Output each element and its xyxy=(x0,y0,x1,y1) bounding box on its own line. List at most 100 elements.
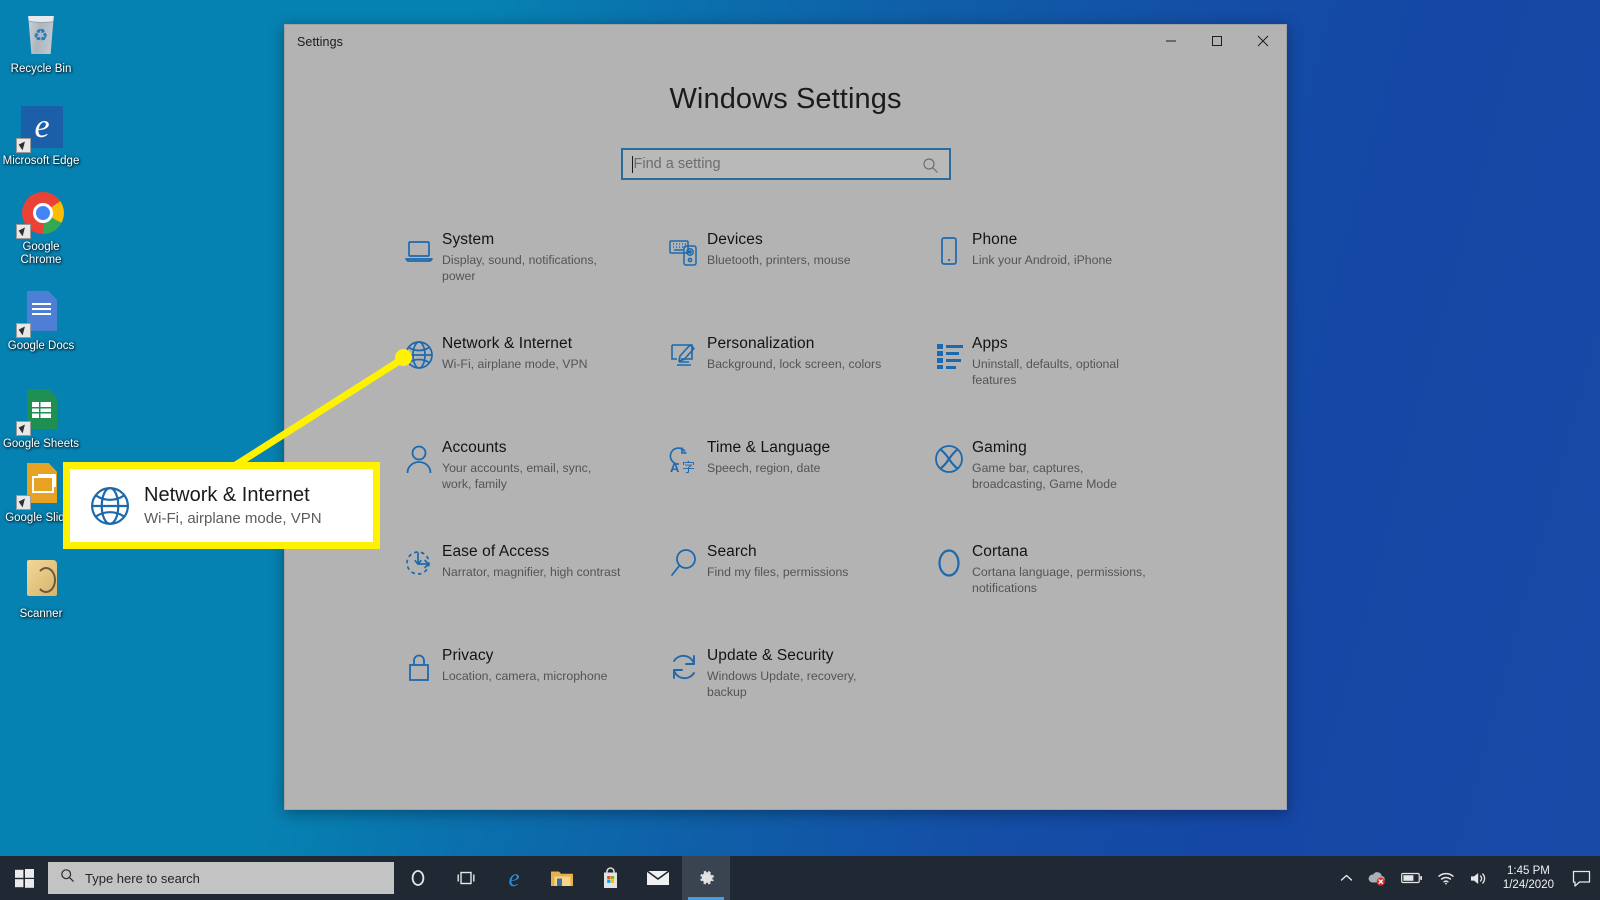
list-icon xyxy=(926,332,972,371)
desktop[interactable]: Recycle Bin Microsoft Edge Google Chrome… xyxy=(0,0,1600,900)
store-bag-icon xyxy=(603,867,617,888)
settings-tile-search[interactable]: Search Find my files, permissions xyxy=(661,540,926,644)
desktop-icon-label: Google Sheets xyxy=(2,438,80,450)
desktop-icon-label: Microsoft Edge xyxy=(2,155,80,167)
tile-subtitle: Find my files, permissions xyxy=(707,565,849,579)
tile-subtitle: Windows Update, recovery, backup xyxy=(707,669,857,699)
tile-title: Cortana xyxy=(972,543,1028,560)
onedrive-status-icon[interactable] xyxy=(1360,856,1394,900)
tile-title: Network & Internet xyxy=(442,335,573,352)
desktop-icon-label: Google Chrome xyxy=(20,241,62,266)
action-center-button[interactable] xyxy=(1564,856,1598,900)
taskbar-button-microsoft-store[interactable] xyxy=(586,856,634,900)
tile-subtitle: Wi-Fi, airplane mode, VPN xyxy=(442,357,588,371)
cortana-circle-icon xyxy=(411,870,425,886)
settings-tile-network[interactable]: Network & Internet Wi-Fi, airplane mode,… xyxy=(396,332,661,436)
start-button[interactable] xyxy=(0,856,48,900)
wifi-icon[interactable] xyxy=(1430,856,1462,900)
desktop-icon-scanner[interactable]: Scanner xyxy=(2,553,80,621)
shortcut-overlay-icon xyxy=(16,138,31,153)
shortcut-overlay-icon xyxy=(16,224,31,239)
google-sheets-icon xyxy=(16,387,65,436)
desktop-icon-google-chrome[interactable]: Google Chrome xyxy=(2,186,80,267)
taskbar-button-task-view[interactable] xyxy=(442,856,490,900)
phone-icon xyxy=(926,228,972,267)
magnifier-icon xyxy=(661,540,707,579)
settings-tile-personalization[interactable]: Personalization Background, lock screen,… xyxy=(661,332,926,436)
settings-tile-ease-of-access[interactable]: Ease of Access Narrator, magnifier, high… xyxy=(396,540,661,644)
close-button[interactable] xyxy=(1240,25,1286,57)
taskbar: Type here to search e 1:45 PM 1/24/2020 xyxy=(0,856,1600,900)
settings-tile-update-security[interactable]: Update & Security Windows Update, recove… xyxy=(661,644,926,748)
taskbar-search-input[interactable]: Type here to search xyxy=(48,862,394,894)
settings-tile-devices[interactable]: Devices Bluetooth, printers, mouse xyxy=(661,228,926,332)
settings-tile-apps[interactable]: Apps Uninstall, defaults, optional featu… xyxy=(926,332,1201,436)
folder-icon xyxy=(551,871,573,886)
settings-window[interactable]: Settings Windows Settings Find a setting xyxy=(284,24,1287,810)
callout-target-dot xyxy=(395,349,412,366)
chevron-up-icon xyxy=(1340,874,1353,881)
tile-subtitle: Bluetooth, printers, mouse xyxy=(707,253,851,267)
settings-tile-gaming[interactable]: Gaming Game bar, captures, broadcasting,… xyxy=(926,436,1201,540)
tile-subtitle: Cortana language, permissions, notificat… xyxy=(972,565,1146,595)
desktop-icon-recycle-bin[interactable]: Recycle Bin xyxy=(2,8,80,76)
taskbar-button-cortana[interactable] xyxy=(394,856,442,900)
settings-tile-cortana[interactable]: Cortana Cortana language, permissions, n… xyxy=(926,540,1201,644)
tile-subtitle: Link your Android, iPhone xyxy=(972,253,1113,267)
tile-subtitle: Uninstall, defaults, optional features xyxy=(972,357,1119,387)
callout-title: Network & Internet xyxy=(144,484,310,506)
settings-tile-accounts[interactable]: Accounts Your accounts, email, sync, wor… xyxy=(396,436,661,540)
minimize-button[interactable] xyxy=(1148,25,1194,57)
maximize-button[interactable] xyxy=(1194,25,1240,57)
settings-tile-time-language[interactable]: A 字 Time & Language Speech, region, date xyxy=(661,436,926,540)
callout-subtitle: Wi-Fi, airplane mode, VPN xyxy=(144,510,322,527)
chrome-icon xyxy=(16,190,65,239)
tile-subtitle: Display, sound, notifications, power xyxy=(442,253,597,283)
show-hidden-icons-button[interactable] xyxy=(1333,856,1360,900)
settings-tile-phone[interactable]: Phone Link your Android, iPhone xyxy=(926,228,1201,332)
tile-title: Search xyxy=(707,543,757,560)
svg-text:字: 字 xyxy=(682,461,695,475)
mail-icon xyxy=(646,870,670,885)
refresh-icon xyxy=(661,644,707,683)
tile-title: Personalization xyxy=(707,335,815,352)
text-caret xyxy=(631,155,633,173)
edge-icon: e xyxy=(508,864,520,892)
desktop-icon-label: Google Docs xyxy=(7,340,75,352)
callout-text: Network & Internet Wi-Fi, airplane mode,… xyxy=(136,483,322,528)
svg-text:A: A xyxy=(670,460,680,475)
tile-subtitle: Location, camera, microphone xyxy=(442,669,608,683)
taskbar-clock[interactable]: 1:45 PM 1/24/2020 xyxy=(1495,856,1564,900)
tile-subtitle: Your accounts, email, sync, work, family xyxy=(442,461,592,491)
desktop-icon-microsoft-edge[interactable]: Microsoft Edge xyxy=(2,100,80,168)
taskbar-button-edge[interactable]: e xyxy=(490,856,538,900)
desktop-icon-google-docs[interactable]: Google Docs xyxy=(2,285,80,353)
callout-inner: Network & Internet Wi-Fi, airplane mode,… xyxy=(70,469,373,542)
taskbar-button-file-explorer[interactable] xyxy=(538,856,586,900)
tile-title: Accounts xyxy=(442,439,507,456)
speaker-icon xyxy=(1470,872,1485,884)
tile-title: Update & Security xyxy=(707,647,834,664)
page-title: Windows Settings xyxy=(669,83,902,115)
accessibility-clock-icon xyxy=(396,540,442,579)
window-controls xyxy=(1148,25,1286,57)
taskbar-button-mail[interactable] xyxy=(634,856,682,900)
search-input[interactable]: Find a setting xyxy=(620,148,951,180)
search-icon xyxy=(922,157,939,179)
monitor-icon xyxy=(396,228,442,267)
lock-icon xyxy=(396,644,442,683)
task-view-icon xyxy=(457,871,475,885)
settings-tile-system[interactable]: System Display, sound, notifications, po… xyxy=(396,228,661,332)
battery-icon[interactable] xyxy=(1394,856,1430,900)
settings-tile-privacy[interactable]: Privacy Location, camera, microphone xyxy=(396,644,661,748)
google-docs-icon xyxy=(16,289,65,338)
windows-logo-icon xyxy=(14,868,34,888)
tile-subtitle: Game bar, captures, broadcasting, Game M… xyxy=(972,461,1117,491)
window-titlebar[interactable]: Settings xyxy=(285,25,1286,59)
taskbar-button-settings[interactable] xyxy=(682,856,730,900)
tile-title: Phone xyxy=(972,231,1018,248)
scanner-icon xyxy=(17,557,65,605)
taskbar-search-text: Type here to search xyxy=(85,870,200,886)
volume-icon[interactable] xyxy=(1462,856,1495,900)
desktop-icon-google-sheets[interactable]: Google Sheets xyxy=(2,383,80,451)
